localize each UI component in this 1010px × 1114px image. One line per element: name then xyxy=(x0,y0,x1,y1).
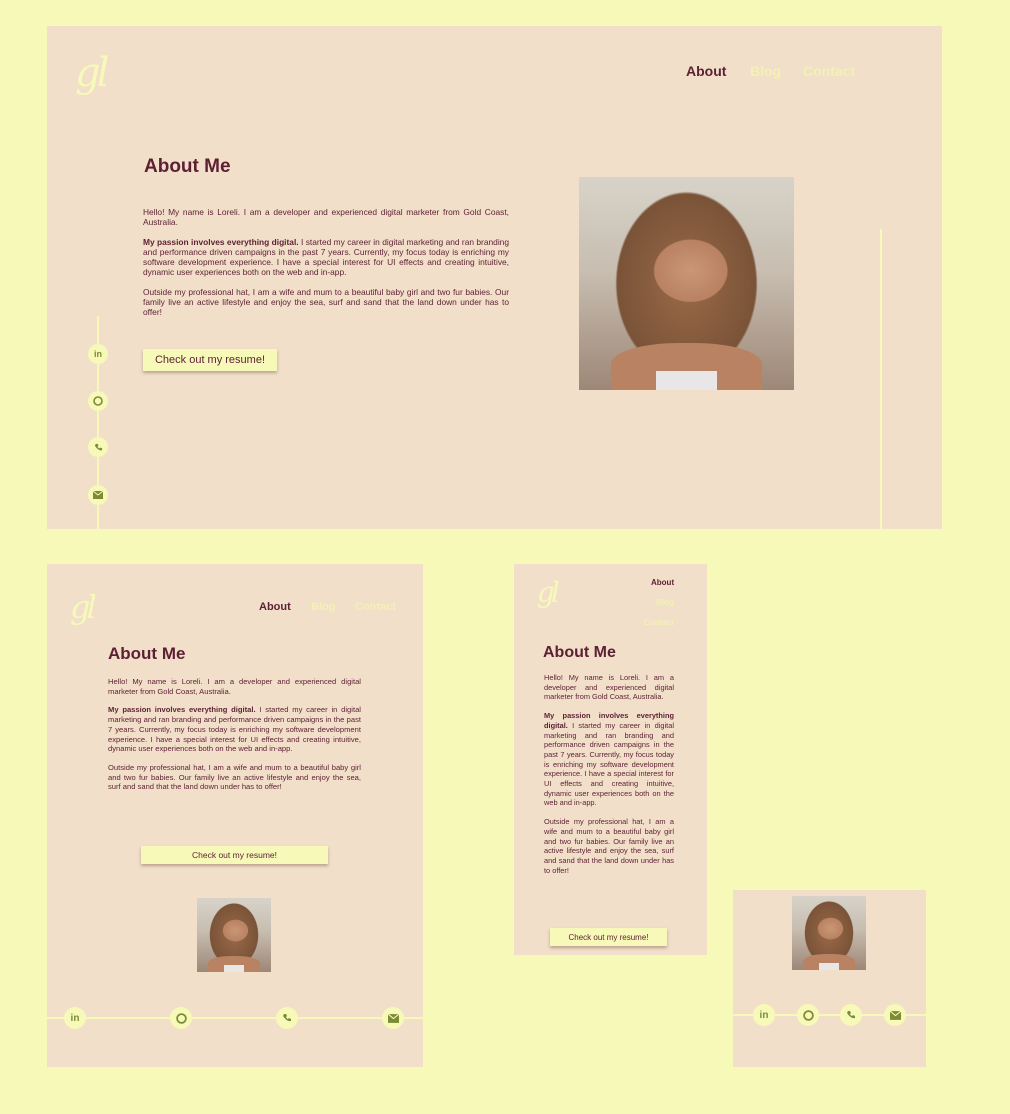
logo[interactable]: gl xyxy=(70,588,97,626)
social-rail-line xyxy=(47,1017,423,1019)
page-title: About Me xyxy=(543,644,616,661)
about-text: Hello! My name is Loreli. I am a develop… xyxy=(544,673,674,875)
resume-button[interactable]: Check out my resume! xyxy=(143,349,277,371)
resume-button[interactable]: Check out my resume! xyxy=(550,928,667,946)
nav-blog[interactable]: Blog xyxy=(750,63,781,79)
nav-about[interactable]: About xyxy=(651,578,674,587)
nav-blog[interactable]: Blog xyxy=(311,601,335,613)
nav-contact[interactable]: Contact xyxy=(644,618,674,627)
linkedin-icon[interactable]: in xyxy=(64,1007,86,1029)
desktop-panel: gl About Blog Contact About Me Hello! My… xyxy=(47,26,942,529)
nav-about[interactable]: About xyxy=(686,63,726,79)
github-icon[interactable] xyxy=(170,1007,192,1029)
mobile-panel: gl About Blog Contact About Me Hello! My… xyxy=(514,564,707,955)
mobile-footer-panel: in xyxy=(733,890,926,1067)
intro-text: Hello! My name is Loreli. I am a develop… xyxy=(143,207,509,228)
nav-about[interactable]: About xyxy=(259,601,291,613)
outside-text: Outside my professional hat, I am a wife… xyxy=(108,762,361,792)
passion-paragraph: My passion involves everything digital. … xyxy=(544,711,674,808)
passion-paragraph: My passion involves everything digital. … xyxy=(143,237,509,278)
resume-button[interactable]: Check out my resume! xyxy=(141,846,328,864)
passion-text: I started my career in digital marketing… xyxy=(544,720,674,808)
passion-bold: My passion involves everything digital. xyxy=(108,705,256,715)
profile-photo xyxy=(579,177,794,390)
github-icon[interactable] xyxy=(797,1004,819,1026)
nav-contact[interactable]: Contact xyxy=(803,63,855,79)
about-text: Hello! My name is Loreli. I am a develop… xyxy=(108,677,361,792)
tablet-panel: gl About Blog Contact About Me Hello! My… xyxy=(47,564,423,1067)
outside-text: Outside my professional hat, I am a wife… xyxy=(544,817,674,875)
linkedin-icon[interactable]: in xyxy=(753,1004,775,1026)
intro-text: Hello! My name is Loreli. I am a develop… xyxy=(544,673,674,702)
page-title: About Me xyxy=(108,644,186,663)
phone-icon[interactable] xyxy=(88,437,108,457)
nav-contact[interactable]: Contact xyxy=(355,601,396,613)
logo[interactable]: gl xyxy=(537,576,560,609)
right-rail-line xyxy=(880,229,882,529)
profile-photo xyxy=(197,898,271,972)
email-icon[interactable] xyxy=(382,1007,404,1029)
about-text: Hello! My name is Loreli. I am a develop… xyxy=(143,207,509,318)
email-icon[interactable] xyxy=(88,485,108,505)
passion-bold: My passion involves everything digital. xyxy=(143,236,299,247)
phone-icon[interactable] xyxy=(840,1004,862,1026)
email-icon[interactable] xyxy=(884,1004,906,1026)
linkedin-icon[interactable]: in xyxy=(88,344,108,364)
nav-blog[interactable]: Blog xyxy=(656,598,674,607)
passion-paragraph: My passion involves everything digital. … xyxy=(108,705,361,754)
page-title: About Me xyxy=(144,156,231,177)
outside-text: Outside my professional hat, I am a wife… xyxy=(143,286,509,318)
profile-photo xyxy=(792,896,866,970)
logo[interactable]: gl xyxy=(75,50,109,96)
phone-icon[interactable] xyxy=(276,1007,298,1029)
intro-text: Hello! My name is Loreli. I am a develop… xyxy=(108,677,361,696)
github-icon[interactable] xyxy=(88,391,108,411)
